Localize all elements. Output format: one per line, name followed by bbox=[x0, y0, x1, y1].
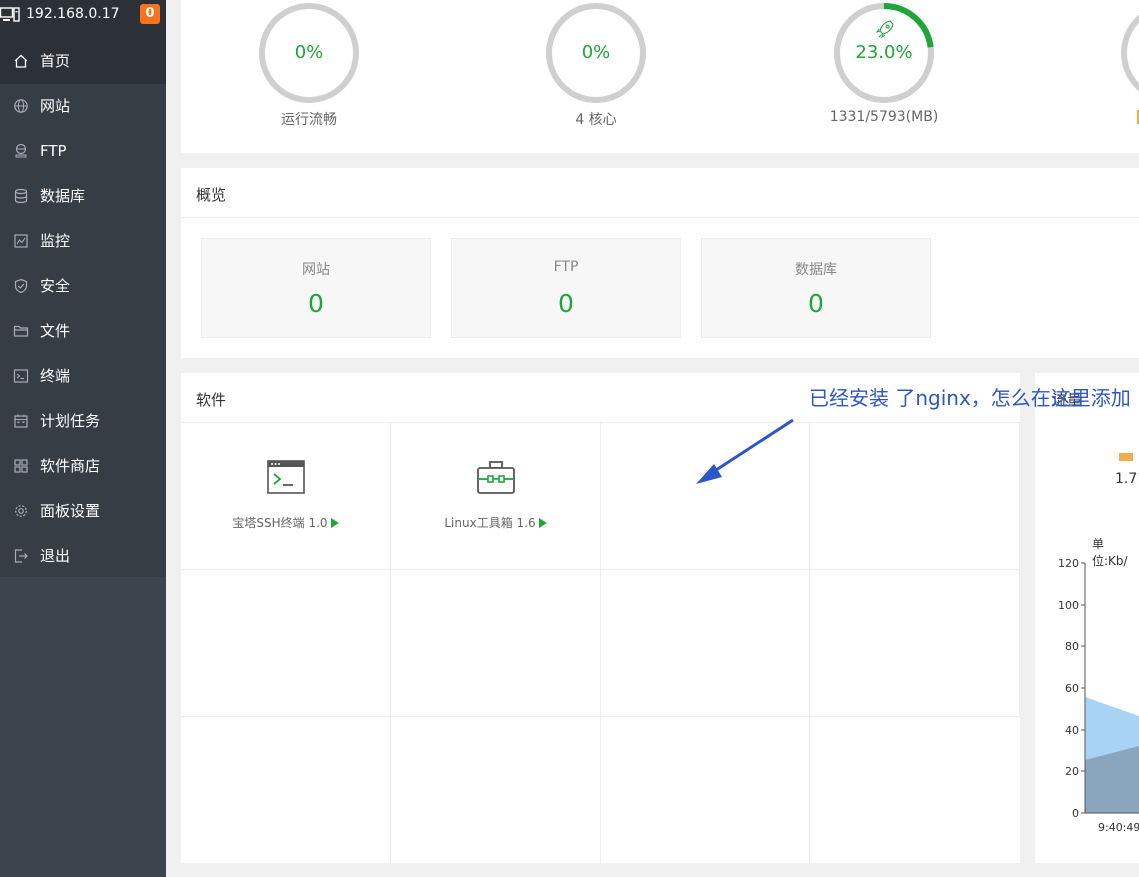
annotation-text: 已经安装 了nginx，怎么在这里添加 bbox=[809, 386, 1131, 410]
annotation-arrow bbox=[696, 418, 794, 484]
